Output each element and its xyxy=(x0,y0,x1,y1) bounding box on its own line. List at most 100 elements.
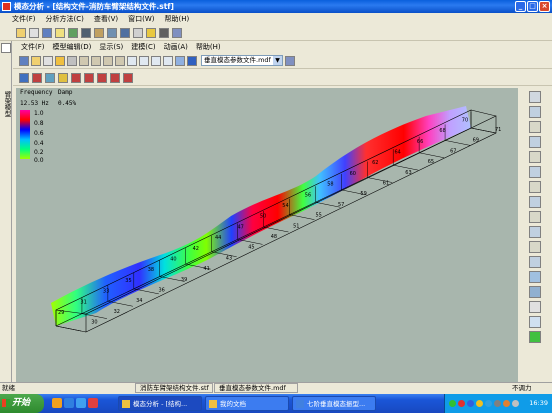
save-icon[interactable] xyxy=(42,27,52,38)
equal-icon[interactable] xyxy=(529,241,541,253)
taskbar-item-modal-analysis[interactable]: 模态分析 - [结构... xyxy=(118,396,202,411)
redo-icon[interactable] xyxy=(115,55,125,66)
windows-logo-icon xyxy=(2,399,10,407)
help-pointer-icon[interactable] xyxy=(172,27,182,38)
truss-crossbar xyxy=(445,140,471,146)
copy-icon[interactable] xyxy=(91,55,101,66)
tray-icon[interactable] xyxy=(458,400,465,407)
stop-icon[interactable] xyxy=(84,72,94,83)
graph-icon[interactable] xyxy=(529,271,541,283)
rotate-icon[interactable] xyxy=(55,55,65,66)
axis-icon[interactable] xyxy=(529,106,541,118)
refresh-icon[interactable] xyxy=(529,181,541,193)
save-icon[interactable] xyxy=(19,55,29,66)
play-icon[interactable] xyxy=(97,72,107,83)
chart-icon[interactable] xyxy=(68,27,78,38)
tool-icon[interactable] xyxy=(94,27,104,38)
bulb-icon[interactable] xyxy=(146,27,156,38)
panel-icon[interactable] xyxy=(1,43,11,53)
grid-view-icon[interactable] xyxy=(529,211,541,223)
taskbar-item-my-documents[interactable]: 我的文档 xyxy=(205,396,289,411)
zoom-window-icon[interactable] xyxy=(163,55,173,66)
child-menu-model-edit[interactable]: 模型编辑(D) xyxy=(53,42,92,52)
menu-window[interactable]: 窗口(W) xyxy=(128,14,154,24)
menu-help[interactable]: 帮助(H) xyxy=(165,14,190,24)
app-quick-icon[interactable] xyxy=(88,398,98,408)
cut-icon[interactable] xyxy=(79,55,89,66)
frame-icon[interactable] xyxy=(529,226,541,238)
mode-shape-viewport[interactable]: Frequency Damp 12.53 Hz 0.45% 1.0 0.8 0.… xyxy=(16,88,518,382)
child-menu-animation[interactable]: 动画(A) xyxy=(164,42,188,52)
child-menu-modeling[interactable]: 建模(C) xyxy=(131,42,155,52)
axis-yz-icon[interactable] xyxy=(529,196,541,208)
prev-frame-icon[interactable] xyxy=(71,72,81,83)
node-label: 68 xyxy=(439,128,445,134)
axis-xz-icon[interactable] xyxy=(529,166,541,178)
triangle-icon[interactable] xyxy=(529,331,541,343)
close-button[interactable]: × xyxy=(539,1,550,12)
undo-icon[interactable] xyxy=(103,55,113,66)
tray-icon[interactable] xyxy=(494,400,501,407)
new-file-icon[interactable] xyxy=(29,27,39,38)
binoculars-icon[interactable] xyxy=(159,27,169,38)
mode-shape-icon[interactable] xyxy=(19,72,29,83)
truss-crossbar xyxy=(315,202,341,208)
minimize-button[interactable]: _ xyxy=(515,1,526,12)
next-frame-icon[interactable] xyxy=(110,72,120,83)
skew-axis-icon[interactable] xyxy=(529,301,541,313)
tray-icon[interactable] xyxy=(503,400,510,407)
main-menu-bar: 文件(F) 分析方法(C) 查看(V) 窗口(W) 帮助(H) xyxy=(0,13,552,25)
legend-tick: 0.2 xyxy=(34,149,44,156)
open-icon[interactable] xyxy=(31,55,41,66)
folder-icon[interactable] xyxy=(55,27,65,38)
tray-icon[interactable] xyxy=(485,400,492,407)
maximize-button[interactable]: □ xyxy=(527,1,538,12)
menu-analysis-method[interactable]: 分析方法(C) xyxy=(46,14,84,24)
tray-icon[interactable] xyxy=(467,400,474,407)
mode-shape-canvas: Frequency Damp 12.53 Hz 0.45% 1.0 0.8 0.… xyxy=(20,89,501,333)
child-menu-file[interactable]: 文件(F) xyxy=(21,42,45,52)
view-icon[interactable] xyxy=(175,55,185,66)
node-label: 32 xyxy=(114,309,120,315)
rotate-view-icon[interactable] xyxy=(529,151,541,163)
zoom-in-icon[interactable] xyxy=(127,55,137,66)
last-frame-icon[interactable] xyxy=(123,72,133,83)
desktop-icon[interactable] xyxy=(64,398,74,408)
browser-icon[interactable] xyxy=(52,398,62,408)
box-icon[interactable] xyxy=(529,316,541,328)
contour-icon[interactable] xyxy=(32,72,42,83)
pan-icon[interactable] xyxy=(529,121,541,133)
help-pointer-icon[interactable] xyxy=(285,55,295,66)
node-label: 41 xyxy=(203,266,209,272)
menu-view[interactable]: 查看(V) xyxy=(94,14,118,24)
sphere-icon[interactable] xyxy=(187,55,197,66)
child-menu-display[interactable]: 显示(S) xyxy=(99,42,123,52)
zoom-out-icon[interactable] xyxy=(139,55,149,66)
chevron-down-icon[interactable]: ▼ xyxy=(273,56,282,65)
line-tool-icon[interactable] xyxy=(529,91,541,103)
grid-icon[interactable] xyxy=(107,27,117,38)
list-icon[interactable] xyxy=(133,27,143,38)
layout-icon[interactable] xyxy=(120,27,130,38)
open-folder-icon[interactable] xyxy=(16,27,26,38)
table-icon[interactable] xyxy=(529,256,541,268)
first-frame-icon[interactable] xyxy=(58,72,68,83)
axis-xy-icon[interactable] xyxy=(529,136,541,148)
tray-icon[interactable] xyxy=(476,400,483,407)
image-icon[interactable] xyxy=(81,27,91,38)
child-menu-help[interactable]: 帮助(H) xyxy=(196,42,221,52)
menu-file[interactable]: 文件(F) xyxy=(12,14,36,24)
zoom-fit-icon[interactable] xyxy=(151,55,161,66)
legend-tick: 0.6 xyxy=(34,130,44,137)
wave-icon[interactable] xyxy=(45,72,55,83)
mode-file-dropdown[interactable]: 垂直模态参数文件.mdf ▼ xyxy=(201,55,283,66)
start-button[interactable]: 开始 xyxy=(0,394,44,413)
taskbar-item-mode-shape[interactable]: 七阶垂直模态振型... xyxy=(292,396,376,411)
new-icon[interactable] xyxy=(43,55,53,66)
media-icon[interactable] xyxy=(76,398,86,408)
volume-icon[interactable] xyxy=(512,400,519,407)
move-icon[interactable] xyxy=(67,55,77,66)
chart-view-icon[interactable] xyxy=(529,286,541,298)
left-panel-tab[interactable]: 臂架模型 xyxy=(2,91,12,117)
tray-icon[interactable] xyxy=(449,400,456,407)
